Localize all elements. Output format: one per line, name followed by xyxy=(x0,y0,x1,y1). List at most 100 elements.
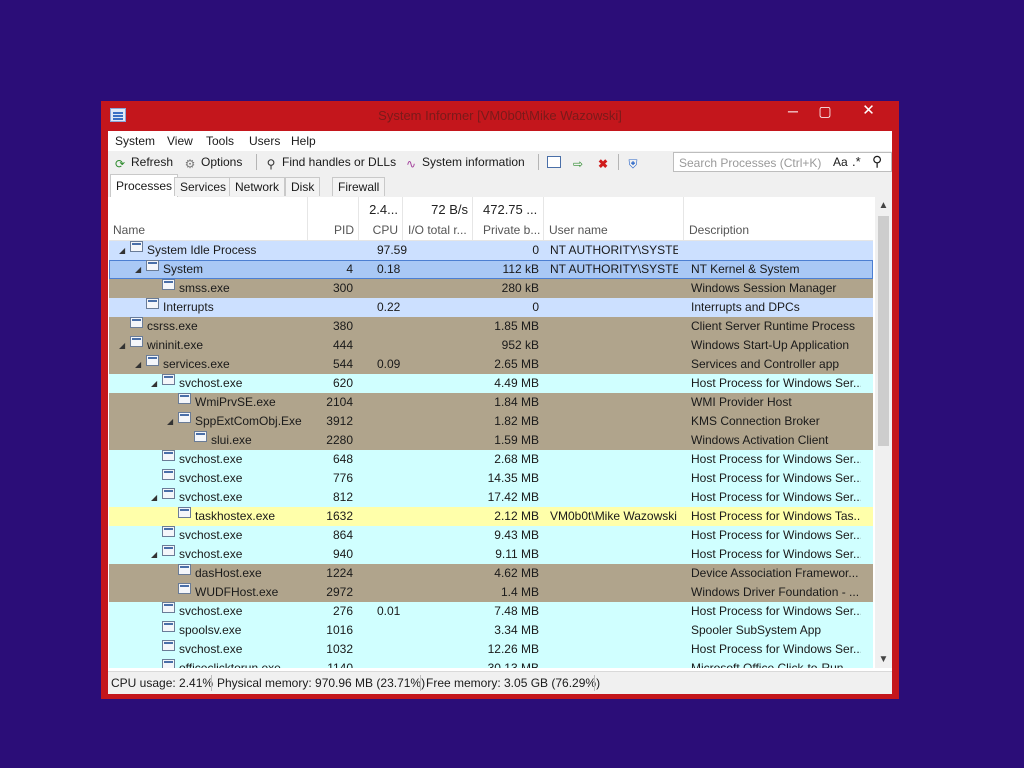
column-io-label: I/O total r... xyxy=(408,223,467,237)
search-icon[interactable]: ⚲ xyxy=(872,153,882,170)
process-cpu: 0.18 xyxy=(377,262,401,276)
expand-toggle-icon[interactable]: ◢ xyxy=(135,355,141,374)
process-pid: 300 xyxy=(332,281,353,295)
column-private-bytes[interactable]: 472.75 ... Private b... xyxy=(473,197,544,240)
process-name: Interrupts xyxy=(163,300,214,314)
find-handles-button[interactable]: ⚲ Find handles or DLLs xyxy=(264,154,396,170)
process-pid: 3912 xyxy=(326,414,353,428)
window-icon-button[interactable] xyxy=(547,154,565,170)
close-button[interactable]: ✕ xyxy=(846,101,891,121)
process-row[interactable]: ◢ svchost.exe 620 4.49 MB Host Process for W… xyxy=(109,374,873,393)
process-row[interactable]: svchost.exe 776 14.35 MB Host Process for W… xyxy=(109,469,873,488)
scroll-up-icon[interactable]: ▲ xyxy=(875,197,892,214)
process-row[interactable]: smss.exe 300 280 kB Windows Session Manager xyxy=(109,279,873,298)
process-row[interactable]: svchost.exe 276 0.01 7.48 MB Host Process fo… xyxy=(109,602,873,621)
column-io[interactable]: 72 B/s I/O total r... xyxy=(403,197,473,240)
process-pid: 812 xyxy=(332,490,353,504)
terminate-button[interactable]: ✖ xyxy=(596,154,614,170)
regex-toggle[interactable]: .* xyxy=(852,154,861,169)
process-row[interactable]: svchost.exe 864 9.43 MB Host Process for Wi… xyxy=(109,526,873,545)
expand-toggle-icon[interactable]: ◢ xyxy=(167,412,173,431)
process-description: Windows Start-Up Application xyxy=(691,338,850,352)
process-row[interactable]: ◢ System 4 0.18 112 kB NT AUTHORITY\SYSTEM NT … xyxy=(109,260,873,279)
process-pid: 2972 xyxy=(326,585,353,599)
process-row[interactable]: dasHost.exe 1224 4.62 MB Device Association… xyxy=(109,564,873,583)
system-information-button[interactable]: ∿ System information xyxy=(404,154,525,170)
column-description[interactable]: Description xyxy=(684,197,873,240)
menu-system[interactable]: System xyxy=(115,134,155,148)
expand-toggle-icon[interactable]: ◢ xyxy=(119,336,125,355)
column-header: Name PID 2.4... CPU 72 B/s I/O total r..… xyxy=(109,197,873,241)
process-pid: 1632 xyxy=(326,509,353,523)
go-to-window-button[interactable]: ⇨ xyxy=(571,154,589,170)
process-icon xyxy=(130,241,143,252)
options-button[interactable]: ⚙ Options xyxy=(183,154,243,170)
scroll-thumb[interactable] xyxy=(878,216,889,446)
toolbar-separator xyxy=(538,154,539,170)
process-private-bytes: 9.43 MB xyxy=(494,528,539,542)
maximize-button[interactable]: ▢ xyxy=(811,101,839,121)
process-name: System xyxy=(163,262,204,276)
process-pid: 1140 xyxy=(327,661,353,668)
system-information-label: System information xyxy=(422,155,525,169)
menu-help[interactable]: Help xyxy=(291,134,316,148)
tab-disk[interactable]: Disk xyxy=(285,177,321,196)
process-cpu: 0.09 xyxy=(377,357,401,371)
column-name[interactable]: Name xyxy=(109,197,308,240)
process-row[interactable]: svchost.exe 648 2.68 MB Host Process for Wi… xyxy=(109,450,873,469)
search-input[interactable] xyxy=(677,154,831,172)
process-name: spoolsv.exe xyxy=(179,623,242,637)
process-icon xyxy=(162,450,175,461)
process-name: svchost.exe xyxy=(179,547,243,561)
expand-toggle-icon[interactable]: ◢ xyxy=(135,260,141,279)
tab-processes[interactable]: Processes xyxy=(110,174,179,197)
process-row[interactable]: ◢ svchost.exe 812 17.42 MB Host Process for … xyxy=(109,488,873,507)
process-row[interactable]: csrss.exe 380 1.85 MB Client Server Runtime… xyxy=(109,317,873,336)
process-row[interactable]: spoolsv.exe 1016 3.34 MB Spooler SubSystem … xyxy=(109,621,873,640)
window-arrow-icon: ⇨ xyxy=(572,157,584,171)
process-icon xyxy=(130,317,143,328)
process-row[interactable]: ◢ svchost.exe 940 9.11 MB Host Process for W… xyxy=(109,545,873,564)
scroll-down-icon[interactable]: ▼ xyxy=(875,651,892,668)
process-row[interactable]: officeclicktorun.exe 1140 30.13 MB Microsof… xyxy=(109,659,873,668)
match-case-toggle[interactable]: Aa xyxy=(833,155,848,169)
cpu-total: 2.4... xyxy=(369,202,398,217)
process-icon xyxy=(178,412,191,423)
process-pid: 380 xyxy=(332,319,353,333)
find-handles-label: Find handles or DLLs xyxy=(282,155,397,169)
toolbar-separator xyxy=(618,154,619,170)
vertical-scrollbar[interactable]: ▲ ▼ xyxy=(875,197,892,668)
process-description: Host Process for Windows Ser... xyxy=(691,376,861,390)
process-row[interactable]: slui.exe 2280 1.59 MB Windows Activation Cl… xyxy=(109,431,873,450)
menu-view[interactable]: View xyxy=(167,134,193,148)
process-row[interactable]: WmiPrvSE.exe 2104 1.84 MB WMI Provider Host xyxy=(109,393,873,412)
toolbar: ⟳ Refresh ⚙ Options ⚲ Find handles or DLLs … xyxy=(108,151,892,174)
process-tree[interactable]: Name PID 2.4... CPU 72 B/s I/O total r..… xyxy=(109,197,873,668)
process-row[interactable]: Interrupts 0.22 0 Interrupts and DPCs xyxy=(109,298,873,317)
expand-toggle-icon[interactable]: ◢ xyxy=(151,488,157,507)
menu-users[interactable]: Users xyxy=(249,134,280,148)
menu-tools[interactable]: Tools xyxy=(206,134,234,148)
elevate-button[interactable]: ⛨ xyxy=(626,154,644,170)
process-row[interactable]: svchost.exe 1032 12.26 MB Host Process for … xyxy=(109,640,873,659)
process-row[interactable]: ◢ SppExtComObj.Exe 3912 1.82 MB KMS Connecti… xyxy=(109,412,873,431)
tab-services[interactable]: Services xyxy=(174,177,233,196)
expand-toggle-icon[interactable]: ◢ xyxy=(151,374,157,393)
tab-network[interactable]: Network xyxy=(229,177,286,196)
expand-toggle-icon[interactable]: ◢ xyxy=(151,545,157,564)
process-row[interactable]: ◢ wininit.exe 444 952 kB Windows Start-Up Ap… xyxy=(109,336,873,355)
column-pid[interactable]: PID xyxy=(308,197,359,240)
process-row[interactable]: taskhostex.exe 1632 2.12 MB VM0b0t\Mike Waz… xyxy=(109,507,873,526)
refresh-button[interactable]: ⟳ Refresh xyxy=(113,154,173,170)
process-row[interactable]: WUDFHost.exe 2972 1.4 MB Windows Driver Fou… xyxy=(109,583,873,602)
process-pid: 1224 xyxy=(326,566,353,580)
process-row[interactable]: ◢ System Idle Process 97.59 0 NT AUTHORITY\S… xyxy=(109,241,873,260)
title-bar[interactable]: System Informer [VM0b0t\Mike Wazowski] ─… xyxy=(101,101,899,131)
column-user-name[interactable]: User name xyxy=(544,197,684,240)
expand-toggle-icon[interactable]: ◢ xyxy=(119,241,125,260)
minimize-button[interactable]: ─ xyxy=(779,101,807,121)
column-cpu[interactable]: 2.4... CPU xyxy=(359,197,403,240)
process-row[interactable]: ◢ services.exe 544 0.09 2.65 MB Services and … xyxy=(109,355,873,374)
tab-firewall[interactable]: Firewall xyxy=(332,177,386,196)
process-icon xyxy=(178,564,191,575)
